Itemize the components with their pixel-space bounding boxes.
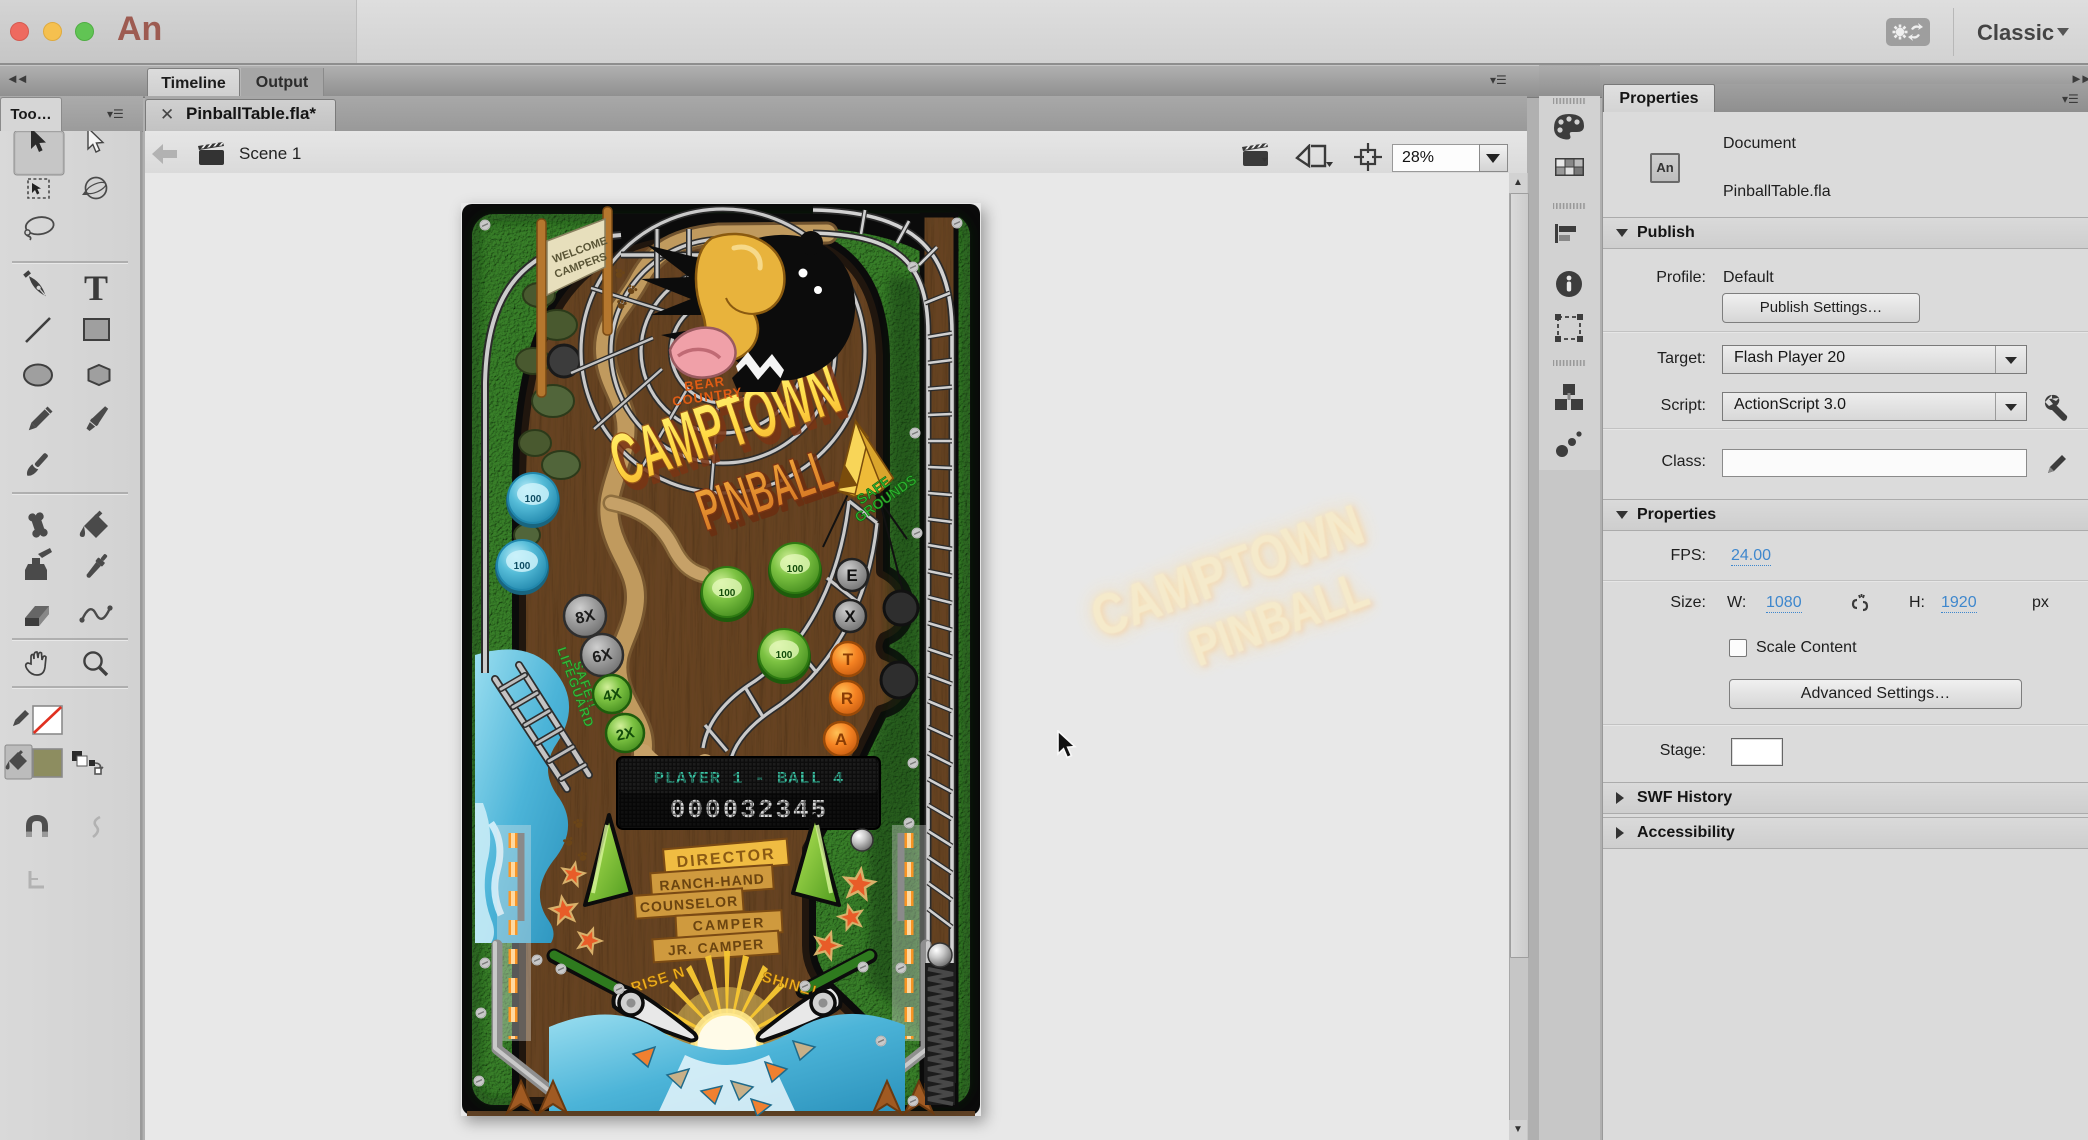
svg-text:A: A: [835, 730, 847, 749]
svg-text:E: E: [846, 566, 857, 585]
svg-text:T: T: [843, 650, 854, 669]
svg-text:100: 100: [719, 588, 736, 599]
svg-text:100: 100: [787, 564, 804, 575]
svg-text:T: T: [84, 268, 108, 308]
svg-text:100: 100: [514, 561, 531, 572]
svg-text:X: X: [844, 607, 856, 626]
svg-text:100: 100: [525, 494, 542, 505]
svg-text:100: 100: [776, 650, 793, 661]
svg-text:R: R: [841, 689, 853, 708]
